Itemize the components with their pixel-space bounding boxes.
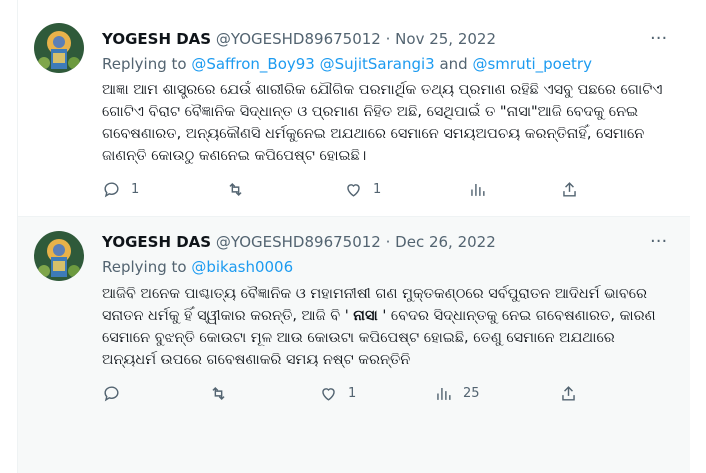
tweet-header: YOGESH DAS @YOGESHD89675012 · Nov 25, 20… bbox=[102, 30, 496, 48]
mention-link[interactable]: @bikash0006 bbox=[191, 258, 293, 276]
reply-button[interactable] bbox=[102, 384, 131, 403]
avatar[interactable] bbox=[34, 231, 84, 281]
like-button[interactable]: 1 bbox=[319, 384, 356, 403]
retweet-icon bbox=[212, 386, 225, 401]
separator-dot: · bbox=[385, 30, 391, 48]
mention-link[interactable]: @Saffron_Boy93 bbox=[191, 55, 315, 73]
reply-icon bbox=[104, 386, 119, 402]
tweet-date[interactable]: Dec 26, 2022 bbox=[395, 233, 496, 251]
heart-icon bbox=[322, 388, 335, 401]
views-button[interactable]: 25 bbox=[434, 384, 480, 403]
replying-prefix: Replying to bbox=[102, 55, 192, 73]
views-count: 25 bbox=[463, 386, 480, 401]
retweet-button[interactable] bbox=[209, 384, 238, 403]
like-button[interactable]: 1 bbox=[344, 180, 381, 199]
mention-link[interactable]: @smruti_poetry bbox=[472, 55, 592, 73]
replying-to: Replying to @Saffron_Boy93 @SujitSarangi… bbox=[102, 55, 592, 73]
heart-icon bbox=[347, 184, 360, 197]
author-name[interactable]: YOGESH DAS bbox=[102, 30, 211, 48]
views-button[interactable] bbox=[468, 180, 497, 199]
share-icon bbox=[563, 182, 576, 197]
share-button[interactable] bbox=[559, 384, 578, 403]
like-count: 1 bbox=[348, 386, 357, 401]
and-text: and bbox=[434, 55, 473, 73]
avatar[interactable] bbox=[34, 23, 84, 73]
reply-count: 1 bbox=[131, 182, 140, 197]
tweet-actions: 1 25 bbox=[102, 384, 602, 408]
tweet-header: YOGESH DAS @YOGESHD89675012 · Dec 26, 20… bbox=[102, 233, 496, 251]
more-icon[interactable]: ··· bbox=[650, 28, 667, 49]
separator-dot: · bbox=[385, 233, 391, 251]
share-button[interactable] bbox=[560, 180, 579, 199]
author-handle[interactable]: @YOGESHD89675012 bbox=[216, 30, 381, 48]
tweet-text-bold: ନାସା bbox=[353, 308, 378, 324]
replying-prefix: Replying to bbox=[102, 258, 192, 276]
reply-button[interactable]: 1 bbox=[102, 180, 139, 199]
views-icon bbox=[437, 387, 451, 400]
retweet-button[interactable] bbox=[226, 180, 255, 199]
tweet-actions: 1 1 bbox=[102, 180, 602, 204]
author-name[interactable]: YOGESH DAS bbox=[102, 233, 211, 251]
tweet-text: ଆଜ୍ଞା ଆମ ଶାସ୍ତ୍ରରେ ଯେଉଁ ଶାରୀରିକ ଯୌଗିକ ପର… bbox=[102, 82, 663, 164]
views-icon bbox=[471, 183, 485, 196]
reply-icon bbox=[104, 182, 119, 198]
like-count: 1 bbox=[373, 182, 382, 197]
author-handle[interactable]: @YOGESHD89675012 bbox=[216, 233, 381, 251]
more-icon[interactable]: ··· bbox=[650, 231, 667, 252]
mention-link[interactable]: @SujitSarangi3 bbox=[320, 55, 435, 73]
replying-to: Replying to @bikash0006 bbox=[102, 258, 293, 276]
tweet-text: ଆଜିବି ଅନେକ ପାଶ୍ଚାତ୍ୟ ବୈଜ୍ଞାନିକ ଓ ମହାମନୀଷ… bbox=[102, 283, 672, 371]
retweet-icon bbox=[229, 182, 242, 197]
tweet-date[interactable]: Nov 25, 2022 bbox=[395, 30, 496, 48]
share-icon bbox=[562, 386, 575, 401]
